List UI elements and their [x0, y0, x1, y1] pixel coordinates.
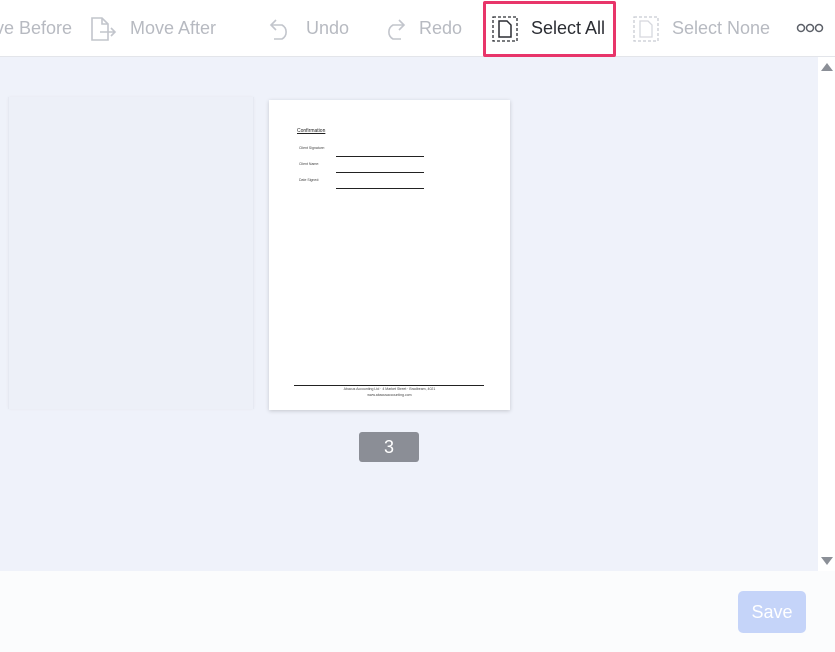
more-icon [796, 20, 824, 38]
move-after-button[interactable]: Move After [88, 0, 216, 57]
select-none-button[interactable]: Select None [632, 0, 770, 57]
undo-label: Undo [306, 18, 350, 38]
redo-label: Redo [419, 18, 463, 38]
move-after-icon [88, 15, 118, 43]
move-before-label: Move Before [0, 18, 73, 38]
redo-button[interactable]: Redo [381, 0, 462, 57]
scroll-up-arrow-icon[interactable] [821, 63, 833, 71]
select-none-label: Select None [672, 18, 771, 38]
page-canvas: Confirmation Client Signature: Client Na… [0, 57, 818, 571]
document-footer-website: www.abacusaccounting.com [367, 393, 412, 397]
page-thumbnail-previous[interactable] [8, 97, 254, 409]
footer-bar: Save [0, 571, 835, 652]
page-number-badge: 3 [359, 432, 419, 462]
redo-icon [381, 17, 407, 41]
page-thumbnail[interactable]: Confirmation Client Signature: Client Na… [269, 100, 510, 410]
select-all-highlight [483, 1, 616, 57]
footer-rule [294, 385, 484, 386]
document-footer-address: Abacus Accounting Ltd · 4 Market Street … [343, 387, 436, 391]
document-field-label: Client Name: [299, 162, 320, 166]
save-button[interactable]: Save [738, 591, 806, 633]
name-line [336, 172, 424, 173]
move-after-label: Move After [130, 18, 217, 38]
toolbar: Move Before Move After Undo [0, 0, 835, 57]
undo-icon [268, 17, 294, 41]
signature-line [336, 156, 424, 157]
document-title: Confirmation [297, 128, 326, 134]
move-before-button[interactable]: Move Before [0, 0, 72, 57]
date-line [336, 188, 424, 189]
undo-button[interactable]: Undo [268, 0, 349, 57]
more-options-button[interactable] [790, 0, 830, 57]
scroll-down-arrow-icon[interactable] [821, 557, 833, 565]
document-field-label: Client Signature: [299, 146, 325, 150]
document-field-label: Date Signed: [299, 178, 320, 182]
page-organizer: Move Before Move After Undo [0, 0, 835, 652]
vertical-scrollbar[interactable] [818, 57, 835, 571]
select-none-icon [632, 15, 660, 43]
